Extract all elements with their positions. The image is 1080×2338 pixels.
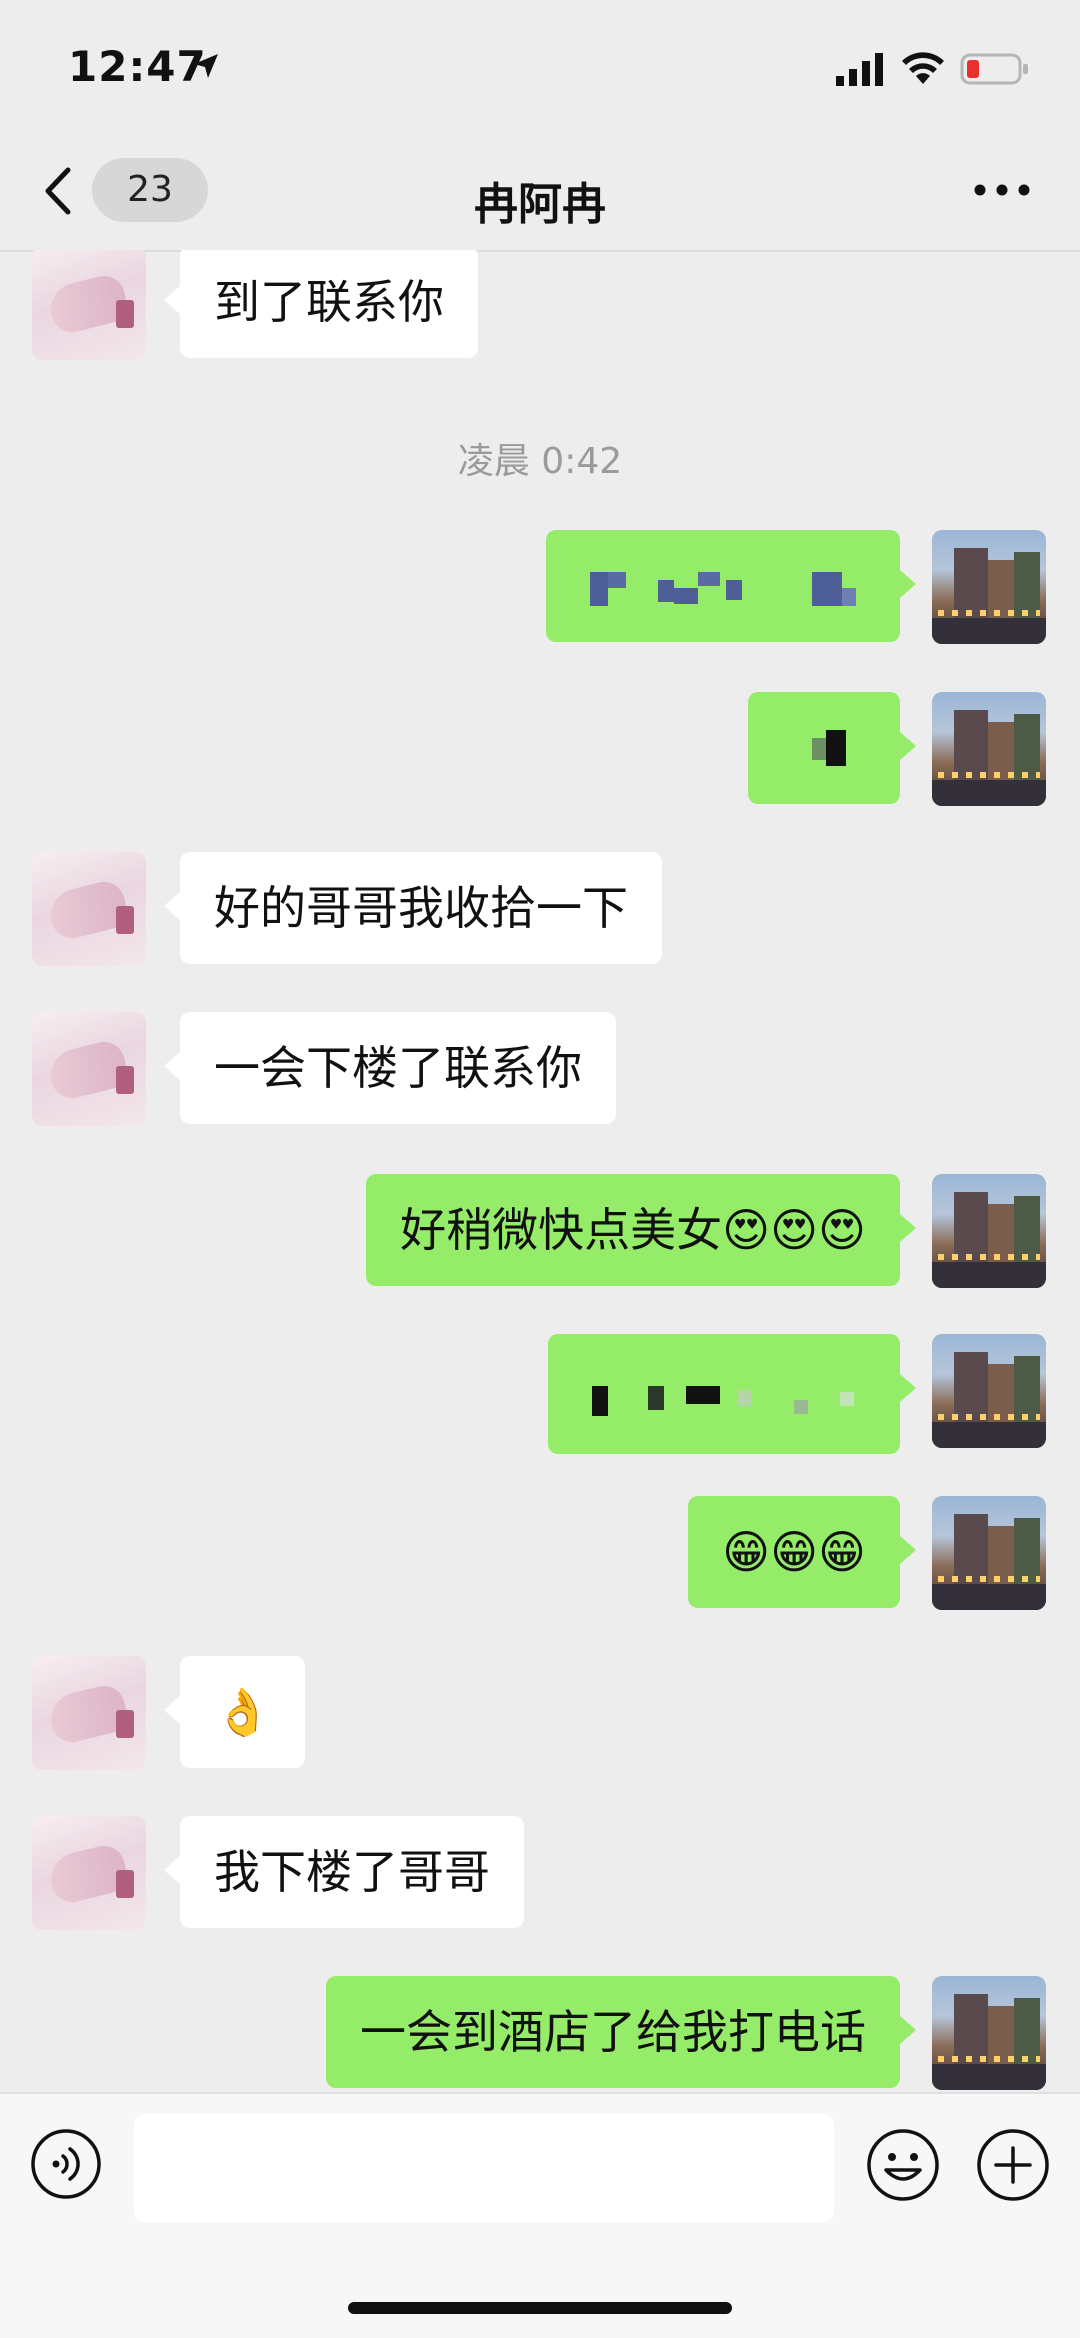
contact-avatar[interactable] bbox=[32, 852, 146, 966]
contact-avatar[interactable] bbox=[32, 250, 146, 360]
status-time: 12:47 bbox=[68, 42, 207, 91]
message-timestamp: 凌晨 0:42 bbox=[457, 441, 623, 482]
plus-icon[interactable] bbox=[976, 2128, 1050, 2202]
message-bubble[interactable]: 😁😁😁 bbox=[688, 1496, 916, 1608]
emoji-icon[interactable] bbox=[866, 2128, 940, 2202]
my-avatar[interactable] bbox=[932, 1334, 1046, 1448]
my-avatar[interactable] bbox=[932, 530, 1046, 644]
chat-header: 23 冉阿冉 bbox=[0, 130, 1080, 252]
censored-message-bubble[interactable] bbox=[548, 1334, 916, 1454]
censored-message-bubble[interactable] bbox=[546, 530, 916, 642]
signal-icon bbox=[836, 53, 883, 86]
message-bubble[interactable]: 到了联系你 bbox=[164, 250, 478, 358]
my-avatar[interactable] bbox=[932, 1174, 1046, 1288]
contact-avatar[interactable] bbox=[32, 1012, 146, 1126]
censored-message-bubble[interactable] bbox=[748, 692, 916, 804]
input-bar bbox=[0, 2092, 1080, 2338]
message-input[interactable] bbox=[134, 2114, 834, 2222]
message-bubble[interactable]: 我下楼了哥哥 bbox=[164, 1816, 524, 1928]
message-list[interactable]: 到了联系你 凌晨 0:42 好的哥哥我收拾一下 一会下楼了联系你 好稍微快点美女… bbox=[0, 250, 1080, 2092]
message-bubble[interactable]: 一会到酒店了给我打电话 bbox=[326, 1976, 916, 2088]
home-indicator bbox=[348, 2302, 732, 2314]
contact-avatar[interactable] bbox=[32, 1656, 146, 1770]
battery-icon bbox=[960, 53, 1028, 85]
voice-icon[interactable] bbox=[30, 2128, 102, 2200]
message-bubble[interactable]: 好的哥哥我收拾一下 bbox=[164, 852, 662, 964]
more-icon[interactable] bbox=[962, 170, 1042, 210]
contact-avatar[interactable] bbox=[32, 1816, 146, 1930]
my-avatar[interactable] bbox=[932, 692, 1046, 806]
wifi-icon bbox=[902, 52, 944, 84]
my-avatar[interactable] bbox=[932, 1496, 1046, 1610]
message-bubble[interactable]: 好稍微快点美女😍😍😍 bbox=[366, 1174, 916, 1286]
location-arrow-icon bbox=[194, 54, 218, 78]
status-bar: 12:47 bbox=[0, 0, 1080, 130]
message-bubble[interactable]: 一会下楼了联系你 bbox=[164, 1012, 616, 1124]
chat-title: 冉阿冉 bbox=[474, 179, 606, 230]
my-avatar[interactable] bbox=[932, 1976, 1046, 2090]
message-bubble[interactable]: 👌 bbox=[163, 1656, 306, 1768]
